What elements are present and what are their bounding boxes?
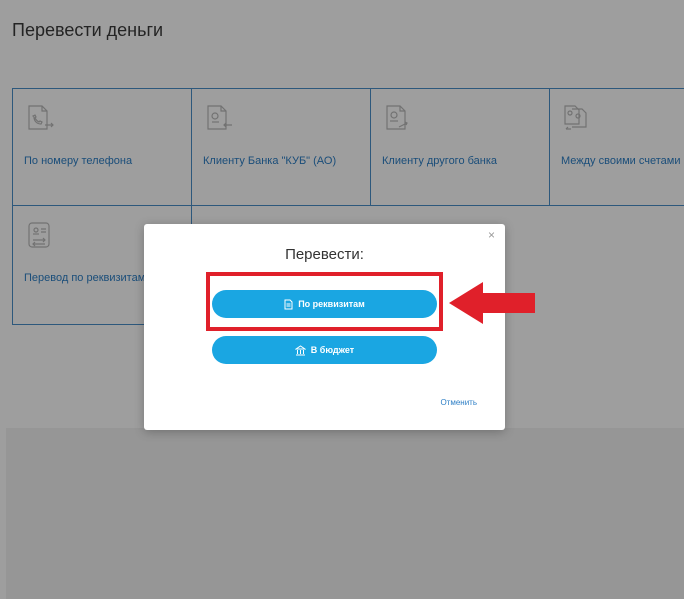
pointer-arrow-icon [449, 282, 535, 324]
modal-title: Перевести: [285, 246, 364, 263]
highlight-frame [206, 272, 443, 331]
cancel-link[interactable]: Отменить [440, 398, 477, 407]
to-budget-label: В бюджет [310, 345, 355, 355]
bank-building-icon [294, 344, 306, 355]
to-budget-button[interactable]: В бюджет [212, 336, 437, 364]
close-icon[interactable]: × [488, 228, 495, 242]
